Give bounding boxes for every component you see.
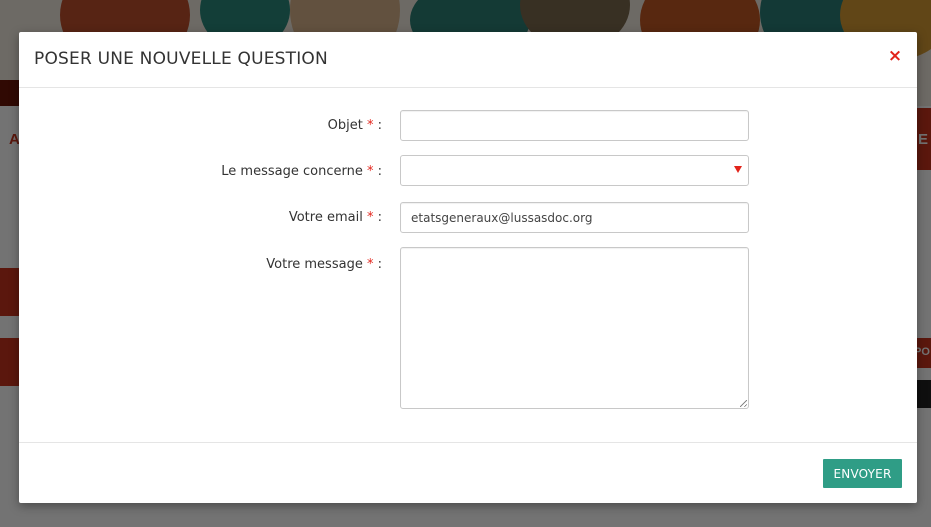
message-label: Votre message * :	[266, 257, 382, 272]
required-mark: *	[366, 210, 374, 225]
subject-label: Objet * :	[327, 118, 382, 133]
message-textarea-wrap	[400, 247, 749, 409]
modal-footer: ENVOYER	[19, 442, 917, 504]
form-row-concerns: Le message concerne * :	[19, 155, 917, 187]
subject-input[interactable]	[400, 110, 749, 141]
required-mark: *	[366, 118, 374, 133]
email-label: Votre email * :	[288, 210, 382, 225]
new-question-modal: POSER UNE NOUVELLE QUESTION × Objet * : …	[19, 32, 917, 503]
form-row-email: Votre email * :	[19, 202, 917, 234]
dropdown-arrow-icon	[734, 166, 742, 173]
concerns-label: Le message concerne * :	[221, 164, 382, 179]
form-row-message: Votre message * :	[19, 247, 917, 409]
required-mark: *	[366, 257, 374, 272]
send-button[interactable]: ENVOYER	[823, 459, 902, 488]
modal-header: POSER UNE NOUVELLE QUESTION ×	[19, 32, 917, 88]
form-row-subject: Objet * :	[19, 110, 917, 142]
resize-grip-icon[interactable]	[740, 400, 747, 407]
required-mark: *	[366, 164, 374, 179]
email-input[interactable]	[400, 202, 749, 233]
concerns-select[interactable]	[400, 155, 749, 186]
modal-title: POSER UNE NOUVELLE QUESTION	[34, 49, 328, 69]
close-icon[interactable]: ×	[887, 47, 903, 65]
message-textarea[interactable]	[400, 247, 749, 409]
